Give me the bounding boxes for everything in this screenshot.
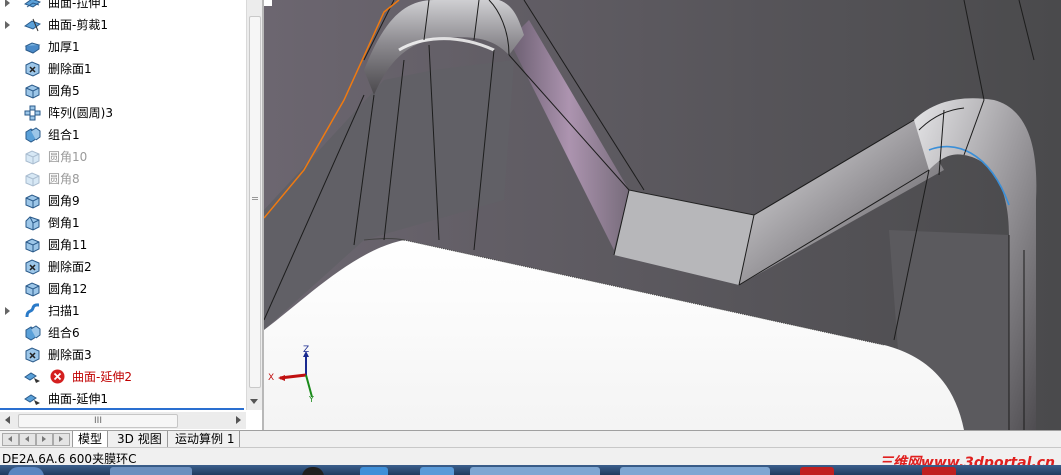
combine-icon [24, 127, 41, 143]
tree-item[interactable]: 删除面2 [0, 256, 246, 278]
tree-item-label: 圆角12 [48, 282, 88, 296]
triad-x-label: X [268, 373, 275, 383]
tree-item[interactable]: 曲面-延伸2 [0, 366, 246, 388]
error-icon [50, 369, 65, 384]
tree-item[interactable]: 删除面3 [0, 344, 246, 366]
tree-item[interactable]: 圆角11 [0, 234, 246, 256]
tree-item-label: 曲面-延伸2 [72, 370, 132, 384]
taskbar-item-app6[interactable] [922, 467, 956, 475]
tree-item-label: 圆角9 [48, 194, 80, 208]
tree-item[interactable]: 阵列(圆周)3 [0, 102, 246, 124]
tree-item[interactable]: 圆角8 [0, 168, 246, 190]
taskbar-item-solidworks[interactable] [800, 467, 834, 475]
fillet-icon [24, 149, 41, 165]
tree-item-label: 组合6 [48, 326, 80, 340]
fillet-icon [24, 171, 41, 187]
tree-item-label: 组合1 [48, 128, 80, 142]
surface-extend-icon [24, 369, 41, 385]
combine-icon [24, 325, 41, 341]
tree-rollback-bar[interactable] [0, 408, 244, 410]
tree-item-label: 圆角5 [48, 84, 80, 98]
taskbar-item-app2[interactable] [360, 467, 388, 475]
tree-item-label: 倒角1 [48, 216, 80, 230]
fillet-icon [24, 83, 41, 99]
scroll-right-arrow-icon[interactable] [236, 416, 241, 424]
prev-tab-button[interactable] [19, 433, 36, 446]
scroll-down-arrow-icon[interactable] [250, 399, 258, 404]
tree-item-label: 圆角10 [48, 150, 88, 164]
circular-pattern-icon [24, 105, 41, 121]
tree-horizontal-scrollbar[interactable]: III [0, 412, 246, 429]
tree-item-label: 曲面-延伸1 [48, 392, 108, 406]
surface-extrude-icon [24, 0, 41, 11]
tree-item[interactable]: 组合1 [0, 124, 246, 146]
triad-y-label: Y [309, 395, 314, 404]
tree-item[interactable]: 扫描1 [0, 300, 246, 322]
tab-2[interactable]: 运动算例 1 [170, 431, 241, 447]
model-render [264, 0, 1061, 430]
scroll-grip-icon [252, 197, 258, 200]
tree-item-label: 删除面2 [48, 260, 92, 274]
horizontal-scroll-thumb[interactable]: III [18, 414, 178, 428]
tree-item-label: 曲面-剪裁1 [48, 18, 108, 32]
tree-item-label: 删除面1 [48, 62, 92, 76]
fillet-icon [24, 193, 41, 209]
surface-extend-icon [24, 391, 41, 407]
delete-face-icon [24, 259, 41, 275]
tree-item[interactable]: 圆角12 [0, 278, 246, 300]
tree-item-label: 删除面3 [48, 348, 92, 362]
delete-face-icon [24, 61, 41, 77]
expand-arrow-icon[interactable] [5, 0, 10, 7]
tree-item[interactable]: 圆角5 [0, 80, 246, 102]
tree-item-label: 阵列(圆周)3 [48, 106, 113, 120]
last-tab-button[interactable] [53, 433, 70, 446]
taskbar-item-app3[interactable] [420, 467, 454, 475]
taskbar-item-app5[interactable] [620, 467, 770, 475]
taskbar-item-app1[interactable] [302, 467, 324, 475]
tree-item[interactable]: 圆角10 [0, 146, 246, 168]
surface-trim-icon [24, 17, 41, 33]
view-triad: Z X Y [266, 345, 326, 405]
feature-tree-list: 曲面-拉伸1 曲面-剪裁1 加厚1 删除面1 圆角5 阵列(圆周)3 组合1 圆角10 圆角8 圆… [0, 0, 246, 410]
model-tab-bar: 模型 3D 视图 运动算例 1 [0, 430, 1061, 448]
tree-item[interactable]: 圆角9 [0, 190, 246, 212]
expand-arrow-icon[interactable] [5, 307, 10, 315]
triad-z-label: Z [303, 345, 310, 355]
graphics-viewport[interactable]: Z X Y [264, 0, 1061, 430]
tree-item[interactable]: 曲面-剪裁1 [0, 14, 246, 36]
scroll-left-arrow-icon[interactable] [5, 416, 10, 424]
fillet-icon [24, 237, 41, 253]
fillet-icon [24, 281, 41, 297]
tab-1[interactable]: 3D 视图 [112, 431, 168, 447]
first-tab-button[interactable] [2, 433, 19, 446]
tree-item[interactable]: 组合6 [0, 322, 246, 344]
tree-item-label: 扫描1 [48, 304, 80, 318]
sweep-icon [24, 303, 41, 319]
windows-taskbar [0, 465, 1061, 475]
tree-item-label: 加厚1 [48, 40, 80, 54]
tree-item-label: 曲面-拉伸1 [48, 0, 108, 10]
tree-vertical-scrollbar[interactable] [246, 0, 262, 410]
thicken-icon [24, 39, 41, 55]
tab-0[interactable]: 模型 [72, 431, 109, 447]
delete-face-icon [24, 347, 41, 363]
feature-manager-tree: 曲面-拉伸1 曲面-剪裁1 加厚1 删除面1 圆角5 阵列(圆周)3 组合1 圆角10 圆角8 圆… [0, 0, 262, 430]
start-button[interactable] [8, 467, 44, 475]
taskbar-item-app4[interactable] [470, 467, 600, 475]
chamfer-icon [24, 215, 41, 231]
tree-item[interactable]: 倒角1 [0, 212, 246, 234]
vertical-scroll-thumb[interactable] [249, 16, 261, 388]
tree-item-label: 圆角11 [48, 238, 88, 252]
tree-item-label: 圆角8 [48, 172, 80, 186]
taskbar-item-folder[interactable] [110, 467, 192, 475]
tree-item[interactable]: 曲面-拉伸1 [0, 0, 246, 14]
expand-arrow-icon[interactable] [5, 21, 10, 29]
next-tab-button[interactable] [36, 433, 53, 446]
tree-item[interactable]: 删除面1 [0, 58, 246, 80]
tree-item[interactable]: 加厚1 [0, 36, 246, 58]
tree-item[interactable]: 曲面-延伸1 [0, 388, 246, 410]
